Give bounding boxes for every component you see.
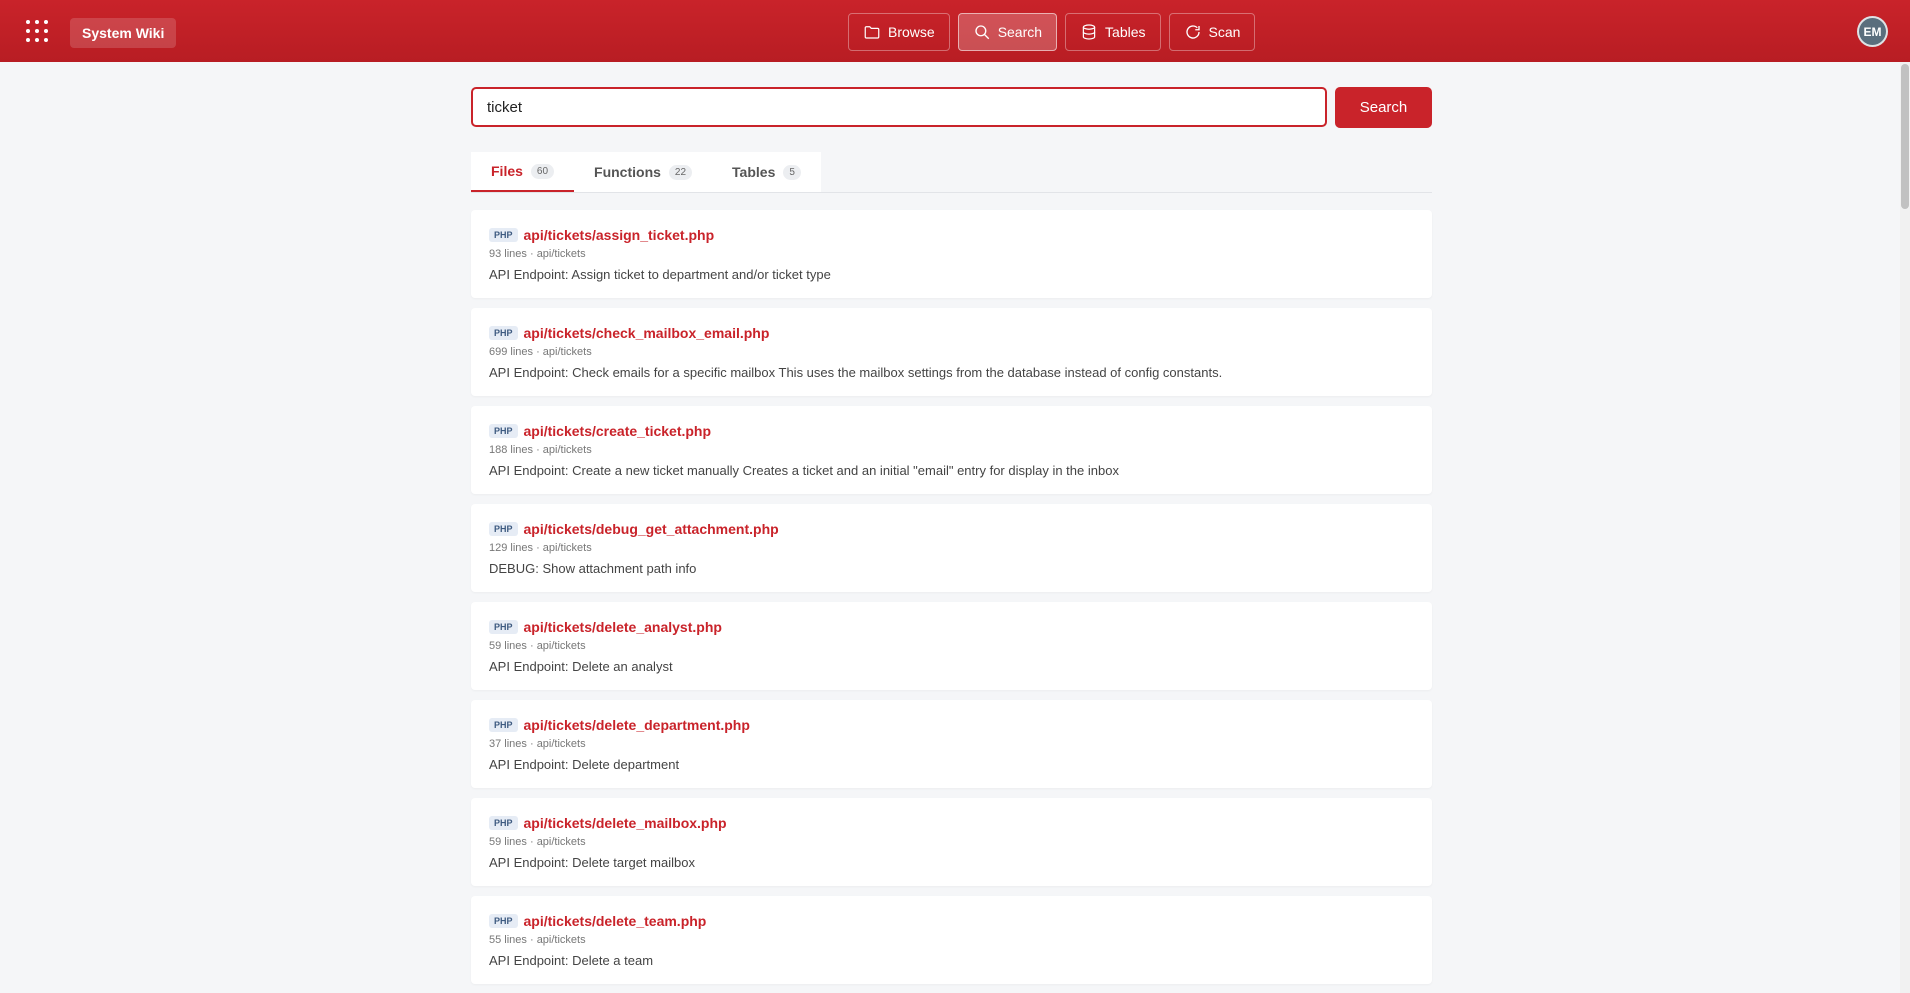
tab-tables[interactable]: Tables 5 <box>712 152 821 192</box>
database-icon <box>1082 24 1096 40</box>
tab-tables-count: 5 <box>783 164 801 180</box>
result-title-link[interactable]: api/tickets/debug_get_attachment.php <box>524 521 779 537</box>
apps-grid-icon[interactable] <box>26 20 48 42</box>
top-navigation-bar: System Wiki Browse Search Tables Scan EM <box>0 0 1910 62</box>
result-meta: 55 lines · api/tickets <box>489 934 586 946</box>
result-item[interactable]: PHP api/tickets/assign_ticket.php 93 lin… <box>471 210 1432 298</box>
search-button[interactable]: Search <box>1335 87 1432 128</box>
tab-files[interactable]: Files 60 <box>471 152 575 192</box>
result-tabs: Files 60 Functions 22 Tables 5 <box>471 152 1432 193</box>
tab-functions-count: 22 <box>668 164 693 180</box>
language-badge: PHP <box>489 620 518 634</box>
result-title-link[interactable]: api/tickets/delete_department.php <box>524 717 750 733</box>
result-meta: 37 lines · api/tickets <box>489 738 586 750</box>
result-title-link[interactable]: api/tickets/delete_team.php <box>524 913 707 929</box>
result-meta: 188 lines · api/tickets <box>489 444 592 456</box>
result-item[interactable]: PHP api/tickets/delete_team.php 55 lines… <box>471 896 1432 984</box>
language-badge: PHP <box>489 424 518 438</box>
language-badge: PHP <box>489 816 518 830</box>
result-description: API Endpoint: Delete department <box>489 757 680 772</box>
scrollbar-thumb[interactable] <box>1901 64 1909 209</box>
result-title-link[interactable]: api/tickets/create_ticket.php <box>524 423 712 439</box>
result-meta: 699 lines · api/tickets <box>489 346 592 358</box>
language-badge: PHP <box>489 228 518 242</box>
search-icon <box>975 25 989 40</box>
result-title-link[interactable]: api/tickets/delete_mailbox.php <box>524 815 727 831</box>
nav-scan-button[interactable]: Scan <box>1168 13 1256 51</box>
nav-tables-button[interactable]: Tables <box>1065 13 1161 51</box>
result-description: API Endpoint: Check emails for a specifi… <box>489 365 1223 380</box>
language-badge: PHP <box>489 718 518 732</box>
search-input[interactable] <box>471 87 1327 127</box>
nav-tables-label: Tables <box>1105 24 1146 40</box>
language-badge: PHP <box>489 914 518 928</box>
result-item[interactable]: PHP api/tickets/create_ticket.php 188 li… <box>471 406 1432 494</box>
nav-search-button[interactable]: Search <box>957 13 1058 51</box>
tab-files-label: Files <box>491 163 523 179</box>
result-title-link[interactable]: api/tickets/assign_ticket.php <box>524 227 715 243</box>
user-avatar[interactable]: EM <box>1857 16 1888 47</box>
result-description: DEBUG: Show attachment path info <box>489 561 697 576</box>
result-item[interactable]: PHP api/tickets/delete_analyst.php 59 li… <box>471 602 1432 690</box>
nav-browse-label: Browse <box>888 24 935 40</box>
result-description: API Endpoint: Create a new ticket manual… <box>489 463 1119 478</box>
main-nav: Browse Search Tables Scan <box>848 13 1256 51</box>
nav-scan-label: Scan <box>1208 24 1241 40</box>
result-meta: 129 lines · api/tickets <box>489 542 592 554</box>
results-list: PHP api/tickets/assign_ticket.php 93 lin… <box>471 210 1432 993</box>
nav-browse-button[interactable]: Browse <box>848 13 950 51</box>
result-description: API Endpoint: Delete target mailbox <box>489 855 695 870</box>
result-title-link[interactable]: api/tickets/check_mailbox_email.php <box>524 325 770 341</box>
result-item[interactable]: PHP api/tickets/delete_mailbox.php 59 li… <box>471 798 1432 886</box>
result-meta: 93 lines · api/tickets <box>489 248 586 260</box>
refresh-icon <box>1185 25 1200 39</box>
tab-functions-label: Functions <box>594 164 661 180</box>
tab-tables-label: Tables <box>732 164 776 180</box>
folder-icon <box>864 26 880 39</box>
brand-title[interactable]: System Wiki <box>70 18 177 48</box>
language-badge: PHP <box>489 326 518 340</box>
result-description: API Endpoint: Delete a team <box>489 953 654 968</box>
tab-functions[interactable]: Functions 22 <box>574 152 712 192</box>
result-meta: 59 lines · api/tickets <box>489 640 586 652</box>
result-meta: 59 lines · api/tickets <box>489 836 586 848</box>
result-description: API Endpoint: Delete an analyst <box>489 659 673 674</box>
nav-search-label: Search <box>997 24 1043 40</box>
tab-files-count: 60 <box>530 163 555 179</box>
language-badge: PHP <box>489 522 518 536</box>
result-item[interactable]: PHP api/tickets/check_mailbox_email.php … <box>471 308 1432 396</box>
result-item[interactable]: PHP api/tickets/debug_get_attachment.php… <box>471 504 1432 592</box>
result-item[interactable]: PHP api/tickets/delete_department.php 37… <box>471 700 1432 788</box>
result-description: API Endpoint: Assign ticket to departmen… <box>489 267 831 282</box>
result-title-link[interactable]: api/tickets/delete_analyst.php <box>524 619 722 635</box>
